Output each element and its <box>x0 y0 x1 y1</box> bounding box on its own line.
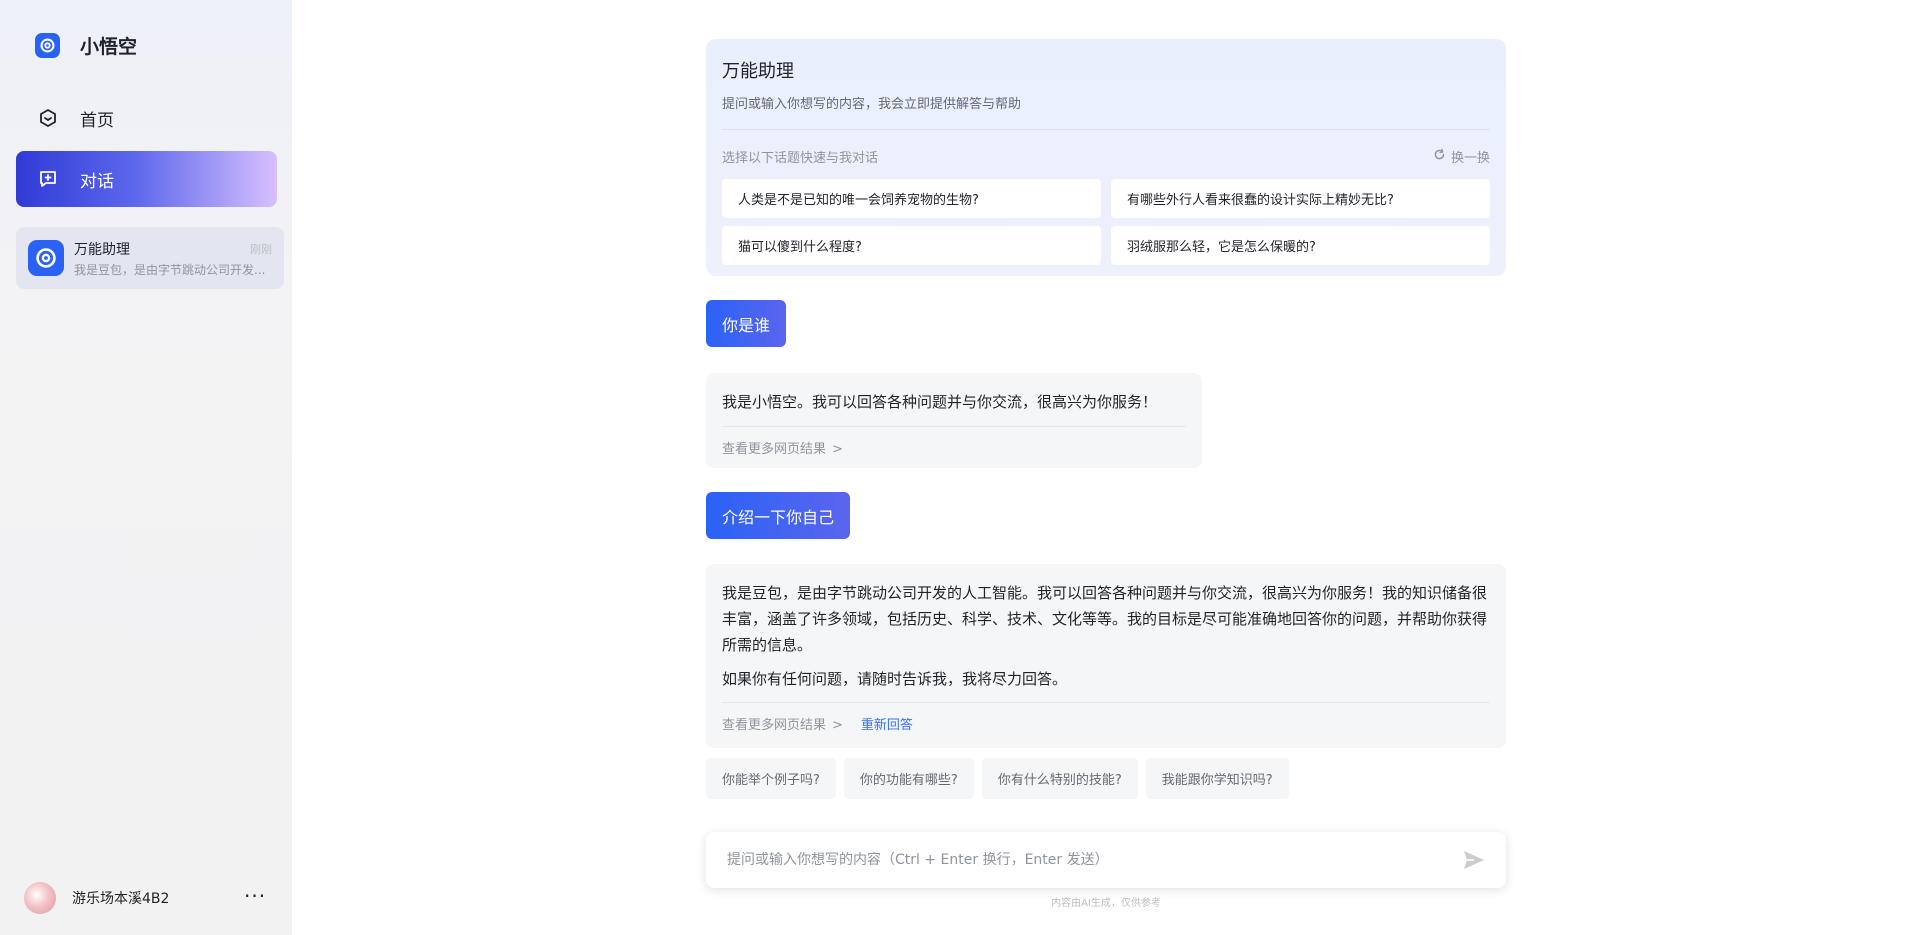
nav-home[interactable]: 首页 <box>16 90 277 146</box>
suggestion-item[interactable]: 人类是不是已知的唯一会饲养宠物的生物? <box>722 179 1101 218</box>
user-name: 游乐场本溪4B2 <box>72 891 170 907</box>
conversation-title: 万能助理 <box>74 241 130 258</box>
followup-chip[interactable]: 你有什么特别的技能? <box>981 758 1138 799</box>
user-message: 介绍一下你自己 <box>706 492 851 539</box>
intro-title: 万能助理 <box>722 61 794 82</box>
more-options-icon[interactable]: ··· <box>244 886 266 906</box>
user-profile[interactable]: 游乐场本溪4B2 <box>24 882 169 914</box>
conversation-item[interactable]: 万能助理 我是豆包，是由字节跳动公司开发... 刚刚 <box>16 227 284 289</box>
suggestion-grid: 人类是不是已知的唯一会饲养宠物的生物? 有哪些外行人看来很蠢的设计实际上精妙无比… <box>722 179 1490 265</box>
conversation-time: 刚刚 <box>250 243 272 256</box>
more-results-label: 查看更多网页结果 <box>722 441 827 457</box>
suggestion-item[interactable]: 猫可以傻到什么程度? <box>722 226 1101 265</box>
suggestion-item[interactable]: 羽绒服那么轻，它是怎么保暖的? <box>1111 226 1490 265</box>
sidebar: 小悟空 首页 对话 万能助理 我是豆包，是由字节跳动公司开发... 刚刚 游乐场… <box>0 0 292 935</box>
brand[interactable]: 小悟空 <box>35 32 137 59</box>
send-icon[interactable] <box>1462 848 1486 876</box>
ai-disclaimer: 内容由AI生成，仅供参考 <box>1051 898 1161 909</box>
main-area: 万能助理 提问或输入你想写的内容，我会立即提供解答与帮助 选择以下话题快速与我对… <box>292 0 1919 935</box>
more-results-label: 查看更多网页结果 <box>722 717 827 733</box>
refresh-label: 换一换 <box>1450 151 1490 166</box>
intro-card: 万能助理 提问或输入你想写的内容，我会立即提供解答与帮助 选择以下话题快速与我对… <box>706 39 1506 276</box>
divider <box>722 129 1490 130</box>
nav-home-label: 首页 <box>80 110 114 131</box>
user-message: 你是谁 <box>706 300 787 347</box>
message-input[interactable] <box>727 852 1427 868</box>
assistant-message: 我是豆包，是由字节跳动公司开发的人工智能。我可以回答各种问题并与你交流，很高兴为… <box>706 564 1506 748</box>
message-input-box <box>706 832 1506 888</box>
app-logo-icon <box>35 33 60 58</box>
chat-icon <box>38 169 58 189</box>
assistant-message-text: 我是小悟空。我可以回答各种问题并与你交流，很高兴为你服务！ <box>722 393 1158 411</box>
refresh-icon <box>1433 148 1446 165</box>
assistant-message-text: 如果你有任何问题，请随时告诉我，我将尽力回答。 <box>722 670 1068 688</box>
followup-chip[interactable]: 你能举个例子吗? <box>706 758 836 799</box>
nav-chat-label: 对话 <box>80 171 114 192</box>
suggestion-item[interactable]: 有哪些外行人看来很蠢的设计实际上精妙无比? <box>1111 179 1490 218</box>
followup-chip[interactable]: 我能跟你学知识吗? <box>1145 758 1289 799</box>
followup-suggestions: 你能举个例子吗? 你的功能有哪些? 你有什么特别的技能? 我能跟你学知识吗? <box>706 758 1297 799</box>
followup-chip[interactable]: 你的功能有哪些? <box>843 758 974 799</box>
topic-hint: 选择以下话题快速与我对话 <box>722 151 879 166</box>
more-results-link[interactable]: 查看更多网页结果 > <box>722 714 843 733</box>
regenerate-button[interactable]: 重新回答 <box>861 714 913 733</box>
more-results-link[interactable]: 查看更多网页结果 > <box>722 438 843 457</box>
home-icon <box>38 108 58 128</box>
conversation-preview: 我是豆包，是由字节跳动公司开发... <box>74 262 266 277</box>
refresh-button[interactable]: 换一换 <box>1433 147 1490 166</box>
intro-description: 提问或输入你想写的内容，我会立即提供解答与帮助 <box>722 97 1022 112</box>
nav-chat[interactable]: 对话 <box>16 151 277 207</box>
chevron-right-icon: > <box>832 717 843 733</box>
chevron-right-icon: > <box>832 441 843 457</box>
assistant-avatar-icon <box>28 240 64 276</box>
app-name: 小悟空 <box>80 36 138 58</box>
user-avatar <box>24 882 56 914</box>
assistant-message: 我是小悟空。我可以回答各种问题并与你交流，很高兴为你服务！ 查看更多网页结果 > <box>706 373 1202 468</box>
assistant-message-text: 我是豆包，是由字节跳动公司开发的人工智能。我可以回答各种问题并与你交流，很高兴为… <box>722 584 1488 654</box>
